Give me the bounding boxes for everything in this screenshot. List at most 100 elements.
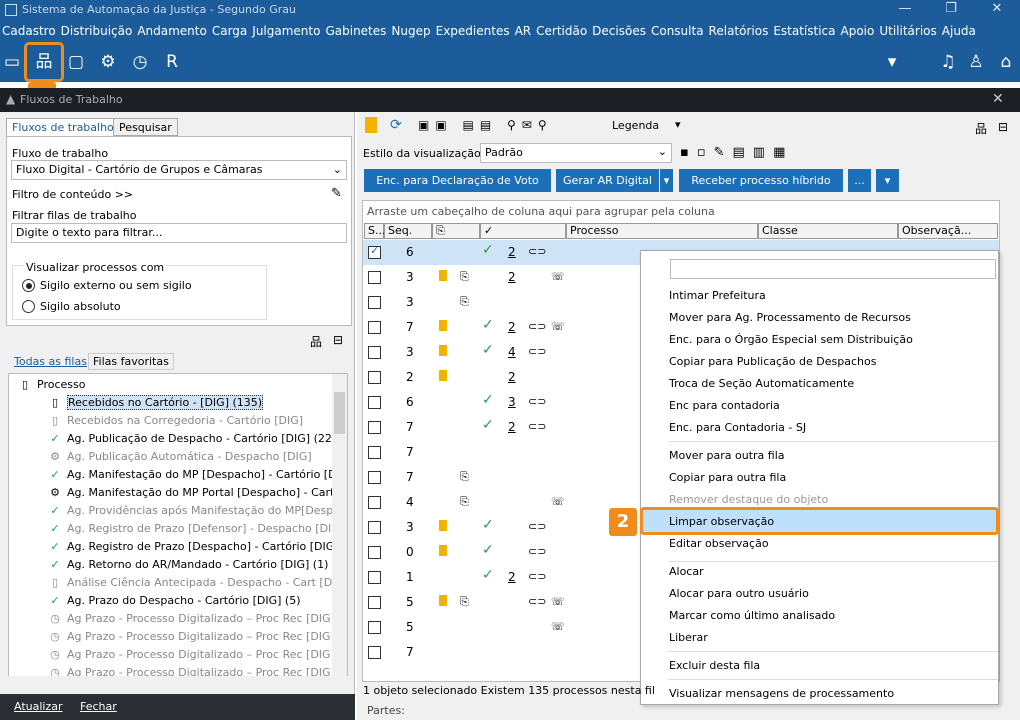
tree-item[interactable]: ✓ Ag. Publicação de Despacho - Cartório [… — [47, 429, 336, 447]
tree-hscrollbar[interactable] — [8, 676, 348, 690]
flag-icon[interactable] — [365, 117, 377, 133]
legenda-dropdown[interactable]: Legenda — [612, 119, 659, 132]
col-classe[interactable]: Classe — [758, 223, 898, 239]
receber-hibrido-button[interactable]: Receber processo híbrido — [679, 169, 843, 192]
tab-filas-favoritas[interactable]: Filas favoritas — [88, 353, 174, 370]
fechar-button[interactable]: Fechar — [80, 700, 117, 713]
row-checkbox[interactable] — [368, 446, 381, 459]
gerar-ar-digital-button[interactable]: Gerar AR Digital — [556, 169, 659, 192]
refresh-icon[interactable]: ⟳ — [390, 117, 402, 133]
col-check[interactable]: ✓ — [480, 223, 566, 239]
doc-r-icon[interactable]: R — [160, 50, 184, 74]
tree-item[interactable]: ▯ Análise Ciência Antecipada - Despacho -… — [47, 573, 347, 591]
menu-item[interactable]: Mover para Ag. Processamento de Recursos — [669, 311, 911, 324]
radio-sigilo-externo[interactable] — [22, 279, 35, 292]
collapse-icon[interactable]: ⊟ — [333, 333, 343, 347]
row-checkbox[interactable] — [368, 521, 381, 534]
row-checkbox[interactable] — [368, 421, 381, 434]
row-checkbox[interactable] — [368, 396, 381, 409]
menu-7[interactable]: Expedientes — [436, 24, 515, 38]
count-value[interactable]: 2 — [508, 570, 516, 584]
row-checkbox[interactable] — [368, 571, 381, 584]
dropdown-icon[interactable]: ▾ — [880, 50, 904, 74]
tree-item[interactable]: ◷ Ag Prazo - Processo Digitalizado – Proc… — [47, 645, 335, 663]
menu-3[interactable]: Carga — [212, 24, 252, 38]
tree-item[interactable]: ▯ Processo — [17, 375, 86, 393]
grid-scrollbar[interactable] — [1001, 215, 1016, 682]
menu-item[interactable]: Excluir desta fila — [669, 659, 760, 672]
enc-declaracao-voto-button[interactable]: Enc. para Declaração de Voto — [364, 169, 551, 192]
menu-item[interactable]: Enc para contadoria — [669, 399, 780, 412]
menu-item[interactable]: Enc. para o Órgão Especial sem Distribui… — [669, 333, 913, 346]
menu-10[interactable]: Decisões — [592, 24, 651, 38]
context-search-input[interactable] — [670, 259, 996, 279]
menu-item[interactable]: Copiar para Publicação de Despachos — [669, 355, 876, 368]
count-value[interactable]: 2 — [508, 270, 516, 284]
menu-16[interactable]: Ajuda — [942, 24, 981, 38]
row-checkbox[interactable] — [368, 546, 381, 559]
tree-item[interactable]: ✓ Ag. Manifestação do MP [Despacho] - Car… — [47, 465, 347, 483]
menu-item[interactable]: Marcar como último analisado — [669, 609, 835, 622]
menu-item[interactable]: Mover para outra fila — [669, 449, 785, 462]
row-checkbox[interactable] — [368, 496, 381, 509]
menu-1[interactable]: Distribuição — [61, 24, 138, 38]
atualizar-button[interactable]: Atualizar — [14, 700, 63, 713]
tree-item[interactable]: ◷ Ag Prazo - Processo Digitalizado – Proc… — [47, 609, 335, 627]
collapse-right-icon[interactable]: ⊟ — [998, 120, 1008, 134]
row-checkbox[interactable]: ✓ — [368, 244, 381, 259]
count-value[interactable]: 2 — [508, 370, 516, 384]
col-flag[interactable]: ⎘ — [432, 223, 480, 239]
menu-4[interactable]: Julgamento — [252, 24, 325, 38]
count-value[interactable]: 2 — [508, 420, 516, 434]
count-value[interactable]: 4 — [508, 345, 516, 359]
menu-8[interactable]: AR — [515, 24, 537, 38]
menu-5[interactable]: Gabinetes — [325, 24, 391, 38]
row-checkbox[interactable] — [368, 471, 381, 484]
bell-icon[interactable]: ♫ — [936, 50, 960, 74]
minimize-icon[interactable]: — — [882, 0, 928, 20]
home-icon[interactable]: ⌂ — [994, 50, 1018, 74]
menu-2[interactable]: Andamento — [137, 24, 212, 38]
menu-13[interactable]: Estatística — [773, 24, 840, 38]
filtrar-input[interactable]: Digite o texto para filtrar... — [11, 223, 347, 243]
tab-fluxos[interactable]: Fluxos de trabalho — [6, 118, 120, 136]
tree-item[interactable]: ⚙ Ag. Manifestação do MP Portal [Despacho… — [47, 483, 347, 501]
row-checkbox[interactable] — [368, 321, 381, 334]
menu-item[interactable]: Copiar para outra fila — [669, 471, 786, 484]
expand-right-icon[interactable]: 品 — [975, 120, 987, 137]
count-value[interactable]: 3 — [508, 395, 516, 409]
menu-item[interactable]: Liberar — [669, 631, 708, 644]
toolbar-icons[interactable]: ▣▣ ▤▤ ⚲✉⚲ — [418, 118, 553, 132]
doc-clock-icon[interactable]: ◷ — [128, 50, 152, 74]
tree-item[interactable]: ✓ Ag. Registro de Prazo [Defensor] - Desp… — [47, 519, 344, 537]
menu-item[interactable]: Alocar para outro usuário — [669, 587, 809, 600]
menu-15[interactable]: Utilitários — [879, 24, 941, 38]
row-checkbox[interactable] — [368, 621, 381, 634]
col-s[interactable]: S... — [364, 223, 385, 239]
tree-item[interactable]: ⚙ Ag. Publicação Automática - Despacho [D… — [47, 447, 312, 465]
screen-icon[interactable]: ▢ — [64, 50, 88, 74]
count-value[interactable]: 2 — [508, 320, 516, 334]
tree-scrollbar[interactable] — [332, 374, 347, 677]
tree-item[interactable]: ✓ Ag. Registro de Prazo [Despacho] - Cart… — [47, 537, 347, 555]
more-button[interactable]: ... — [848, 169, 871, 192]
tab-pesquisar[interactable]: Pesquisar — [113, 118, 178, 136]
tree-item[interactable]: ✓ Ag. Prazo do Despacho - Cartório [DIG] … — [47, 591, 300, 609]
menu-item[interactable]: Limpar observação — [669, 515, 774, 528]
tab-todas-filas[interactable]: Todas as filas — [14, 355, 87, 368]
menu-item[interactable]: Intimar Prefeitura — [669, 289, 766, 302]
menu-6[interactable]: Nugep — [391, 24, 435, 38]
tree-item[interactable]: ✓ Ag. Providências após Manifestação do M… — [47, 501, 347, 519]
menu-11[interactable]: Consulta — [651, 24, 709, 38]
tree-item[interactable]: ▯ Recebidos no Cartório - [DIG] (135) — [47, 393, 264, 411]
row-checkbox[interactable] — [368, 596, 381, 609]
col-processo[interactable]: Processo — [566, 223, 758, 239]
row-checkbox[interactable] — [368, 371, 381, 384]
menu-item[interactable]: Editar observação — [669, 537, 769, 550]
tree-item[interactable]: ▯ Recebidos na Corregedoria - Cartório [D… — [47, 411, 303, 429]
menu-12[interactable]: Relatórios — [709, 24, 774, 38]
users-icon[interactable]: ♙ — [964, 50, 988, 74]
brush-icon[interactable]: ✎ — [331, 186, 342, 201]
fluxo-select[interactable]: Fluxo Digital - Cartório de Grupos e Câm… — [11, 160, 347, 180]
close-icon[interactable]: ✕ — [974, 0, 1020, 20]
